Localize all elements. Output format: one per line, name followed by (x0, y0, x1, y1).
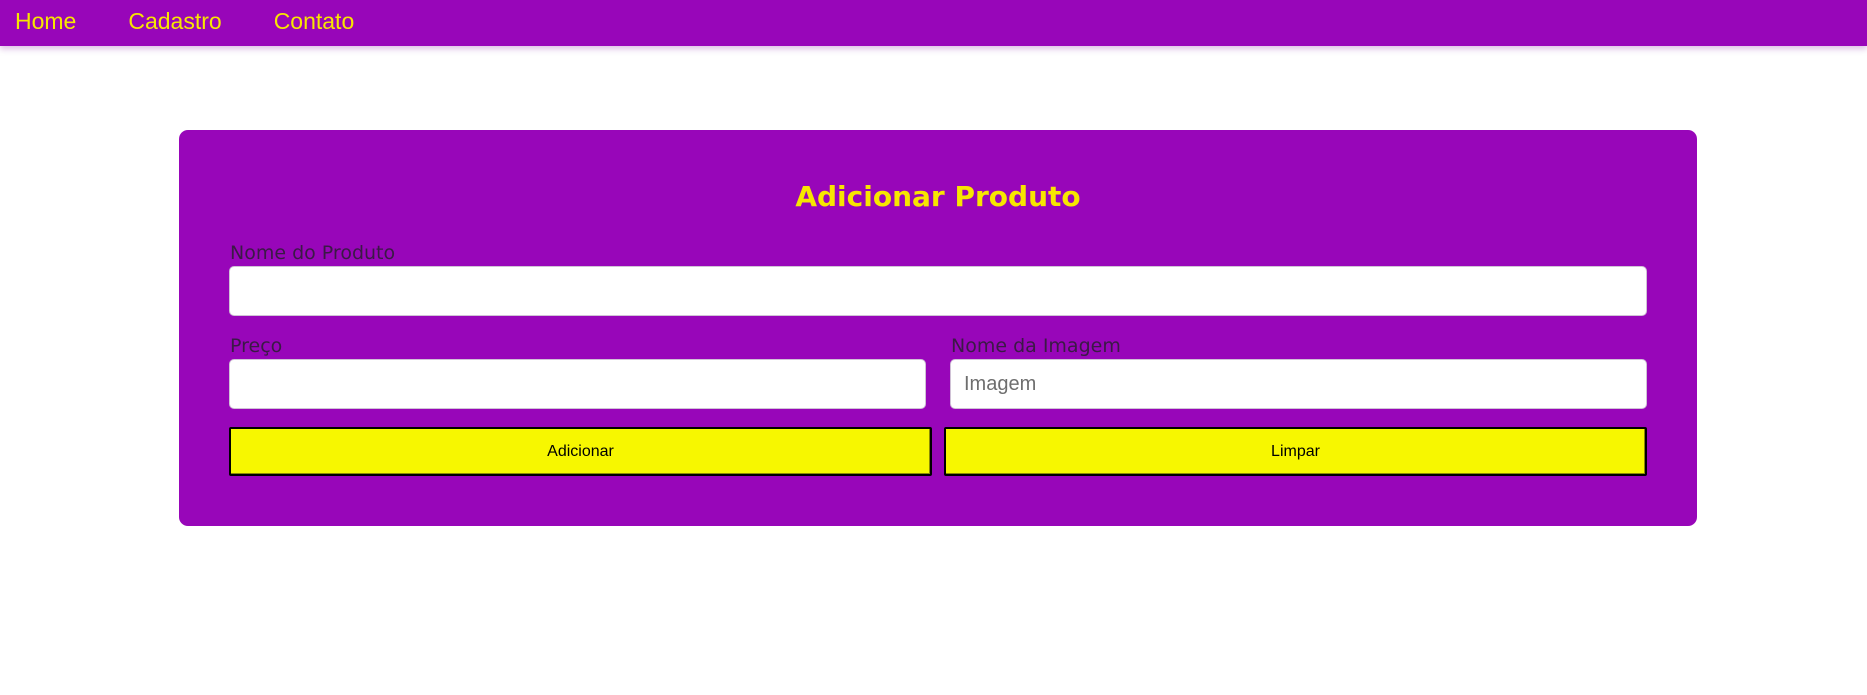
form-title: Adicionar Produto (795, 180, 1081, 213)
top-navbar: Home Cadastro Contato (0, 0, 1867, 46)
image-name-label: Nome da Imagem (951, 335, 1121, 357)
nav-link-contato[interactable]: Contato (274, 9, 355, 33)
image-name-input[interactable] (950, 359, 1647, 409)
nav-link-home[interactable]: Home (15, 9, 76, 33)
price-label: Preço (230, 335, 283, 357)
product-name-input[interactable] (229, 266, 1647, 316)
product-name-label: Nome do Produto (230, 242, 396, 264)
clear-button[interactable]: Limpar (944, 427, 1647, 476)
add-button[interactable]: Adicionar (229, 427, 932, 476)
nav-link-cadastro[interactable]: Cadastro (128, 9, 221, 33)
add-product-card: Adicionar Produto Nome do Produto Preço … (179, 130, 1697, 526)
price-input[interactable] (229, 359, 926, 409)
